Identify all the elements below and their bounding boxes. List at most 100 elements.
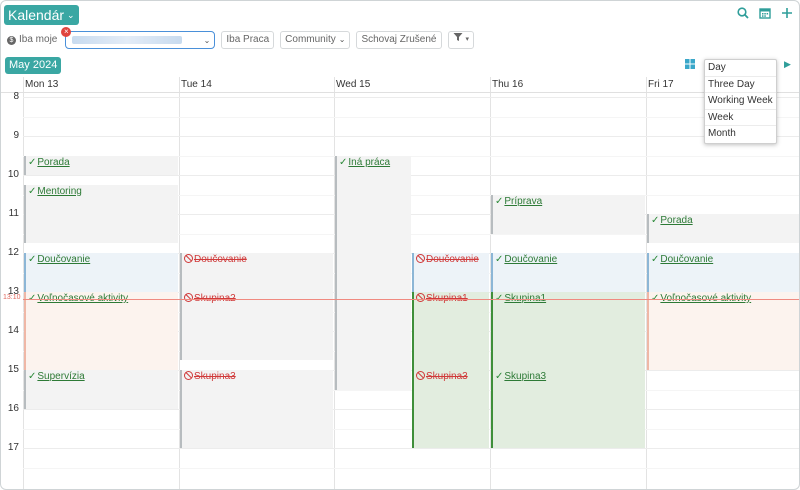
hide-cancelled-label: Schovaj Zrušené — [361, 34, 437, 45]
calendar-event[interactable]: ✓Porada — [647, 214, 799, 244]
person-select[interactable]: × ⌄ — [61, 27, 216, 49]
checkmark-icon: ✓ — [495, 371, 504, 382]
clear-icon[interactable]: × — [61, 27, 72, 37]
month-label[interactable]: May 2024 — [5, 57, 62, 74]
calendar-event[interactable]: Skupina3 — [412, 370, 489, 448]
current-time-line — [23, 298, 799, 300]
event-title: Doučovanie — [504, 254, 558, 265]
hour-label: 12 — [7, 247, 19, 258]
hour-label: 14 — [7, 325, 19, 336]
filter-icon — [453, 32, 463, 48]
calendar-event[interactable]: ✓Doučovanie — [491, 253, 645, 292]
view-option[interactable]: Week — [705, 110, 776, 127]
filter-bar: $ Iba moje × ⌄ Iba Praca Community ⌄ Sch… — [5, 27, 475, 49]
calendar-event[interactable]: Skupina1 — [412, 292, 489, 370]
calendar-event[interactable]: ✓Iná práca — [335, 155, 411, 390]
app-title-dropdown[interactable]: Kalendár ⌄ — [4, 5, 79, 25]
hide-cancelled-filter[interactable]: Schovaj Zrušené — [356, 31, 442, 49]
hour-label: 15 — [7, 364, 19, 375]
view-option[interactable]: Working Week — [705, 93, 776, 110]
calendar-event[interactable]: ✓Voľnočasové aktivity — [647, 292, 799, 370]
checkmark-icon: ✓ — [28, 156, 37, 168]
chevron-down-icon: ▾ — [465, 36, 470, 43]
event-title: Skupina3 — [504, 371, 547, 382]
calendar-icon[interactable] — [759, 7, 771, 19]
calendar-event[interactable]: Doučovanie — [180, 253, 333, 292]
header-divider — [1, 92, 799, 93]
checkmark-icon: ✓ — [339, 156, 348, 168]
community-select[interactable]: Community ⌄ — [280, 31, 351, 49]
calendar-event[interactable]: Skupina3 — [180, 370, 333, 448]
filter-menu-button[interactable]: ▾ — [447, 31, 475, 49]
hour-line — [23, 136, 799, 137]
hour-line — [23, 175, 799, 176]
app-title: Kalendár — [8, 7, 65, 23]
hour-label: 10 — [7, 169, 19, 180]
view-option[interactable]: Three Day — [705, 77, 776, 94]
calendar-event[interactable]: Skupina2 — [180, 292, 333, 361]
cancelled-icon — [416, 293, 425, 302]
view-switch-icon[interactable] — [685, 59, 695, 72]
cancelled-icon — [184, 254, 193, 263]
event-title: Skupina3 — [194, 371, 236, 382]
day-header[interactable]: Mon 13 — [23, 79, 58, 90]
only-mine-filter[interactable]: $ Iba moje — [5, 31, 60, 49]
event-title: Iná práca — [348, 156, 391, 168]
only-work-filter[interactable]: Iba Praca — [221, 31, 275, 49]
calendar-event[interactable]: ✓Skupina1 — [491, 292, 645, 370]
hour-label: 11 — [8, 208, 19, 219]
day-header[interactable]: Wed 15 — [334, 79, 370, 90]
half-hour-line — [23, 116, 799, 118]
cancelled-icon — [416, 254, 425, 263]
calendar-event[interactable]: ✓Doučovanie — [24, 253, 178, 292]
selected-person-redacted — [72, 36, 183, 44]
day-header[interactable]: Thu 16 — [490, 79, 523, 90]
hour-label: 9 — [13, 130, 19, 141]
hour-line — [23, 448, 799, 449]
view-dropdown-menu: Day Three Day Working Week Week Month — [704, 59, 777, 144]
checkmark-icon: ✓ — [651, 215, 660, 226]
calendar-event[interactable]: ✓Doučovanie — [647, 253, 799, 292]
cancelled-icon — [184, 371, 193, 380]
event-title: Porada — [37, 156, 70, 168]
event-title: Doučovanie — [194, 254, 247, 265]
hour-label: 8 — [13, 91, 19, 102]
checkmark-icon: ✓ — [28, 254, 37, 265]
calendar-window: Kalendár ⌄ $ Iba moje × ⌄ Iba Praca Comm… — [0, 0, 800, 490]
next-week-icon[interactable]: ▶ — [784, 59, 791, 70]
checkmark-icon: ✓ — [651, 254, 660, 265]
current-time-label: 13:10 — [3, 293, 21, 301]
event-title: Mentoring — [37, 185, 82, 197]
calendar-event[interactable]: ✓Voľnočasové aktivity — [24, 292, 178, 370]
event-title: Porada — [660, 215, 693, 226]
event-title: Doučovanie — [37, 254, 91, 265]
cancelled-icon — [184, 293, 193, 302]
dollar-icon: $ — [7, 35, 16, 45]
community-label: Community — [285, 34, 336, 45]
hour-label: 16 — [7, 403, 19, 414]
day-header[interactable]: Fri 17 — [646, 79, 674, 90]
calendar-event[interactable]: ✓Príprava — [491, 194, 645, 234]
event-title: Supervízia — [37, 371, 85, 382]
checkmark-icon: ✓ — [495, 195, 504, 207]
event-title: Doučovanie — [426, 254, 479, 265]
chevron-down-icon: ⌄ — [203, 35, 211, 45]
event-title: Príprava — [504, 195, 543, 207]
plus-icon[interactable] — [781, 7, 793, 19]
checkmark-icon: ✓ — [28, 185, 37, 197]
calendar-event[interactable]: ✓Mentoring — [24, 184, 178, 244]
view-option[interactable]: Day — [705, 60, 776, 77]
day-header[interactable]: Tue 14 — [179, 79, 212, 90]
hour-label: 17 — [7, 442, 19, 453]
calendar-event[interactable]: ✓Skupina3 — [491, 370, 645, 448]
calendar-event[interactable]: Doučovanie — [412, 253, 489, 292]
chevron-down-icon: ⌄ — [67, 10, 75, 20]
calendar-event[interactable]: ✓Porada — [24, 155, 178, 175]
search-icon[interactable] — [737, 7, 749, 19]
checkmark-icon: ✓ — [495, 254, 504, 265]
view-option[interactable]: Month — [705, 126, 776, 143]
chevron-down-icon: ⌄ — [338, 35, 346, 44]
event-title: Doučovanie — [660, 254, 714, 265]
calendar-event[interactable]: ✓Supervízia — [24, 370, 178, 409]
cancelled-icon — [416, 371, 425, 380]
